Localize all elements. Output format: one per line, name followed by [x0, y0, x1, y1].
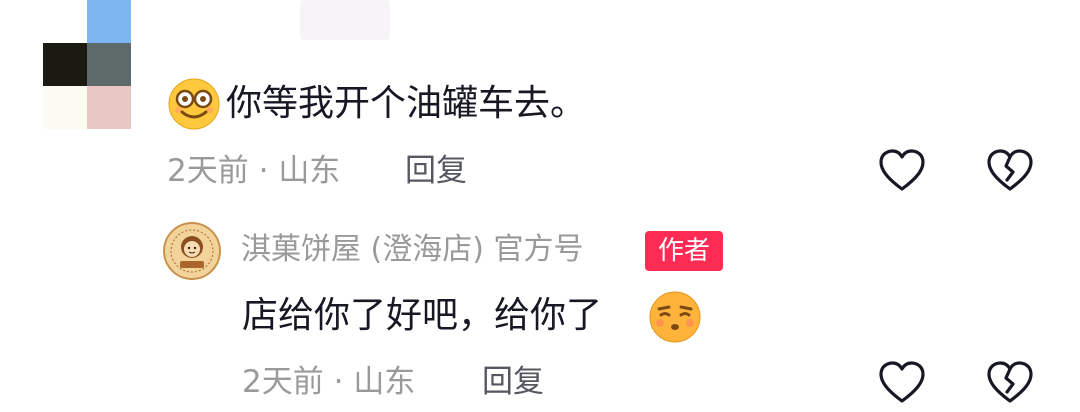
smug-face-emoji-icon [648, 290, 702, 344]
blurred-username [300, 0, 390, 40]
author-badge: 作者 [645, 231, 723, 271]
user-avatar-mosaic[interactable] [43, 0, 131, 130]
reply-text: 店给你了好吧，给你了 [242, 295, 603, 336]
author-name[interactable]: 淇菓饼屋 (澄海店) 官方号 [241, 235, 583, 265]
reply-meta: 2天前 · 山东 [242, 367, 415, 398]
broken-heart-icon[interactable] [985, 358, 1035, 408]
smiling-glasses-emoji-icon [167, 77, 221, 131]
shop-avatar[interactable] [163, 222, 221, 280]
meta-separator: · [258, 153, 269, 189]
reply-button[interactable]: 回复 [405, 156, 467, 187]
meta-separator: · [333, 364, 344, 400]
broken-heart-icon[interactable] [985, 146, 1035, 196]
comment-location: 山东 [278, 153, 341, 189]
reply-time: 2天前 [242, 364, 324, 400]
heart-outline-icon[interactable] [877, 358, 927, 408]
reply-button[interactable]: 回复 [482, 367, 544, 398]
comment-time: 2天前 [167, 153, 249, 189]
comment-meta: 2天前 · 山东 [167, 156, 340, 187]
reply-location: 山东 [353, 364, 416, 400]
comment-text: 你等我开个油罐车去。 [226, 83, 587, 124]
heart-outline-icon[interactable] [877, 146, 927, 196]
